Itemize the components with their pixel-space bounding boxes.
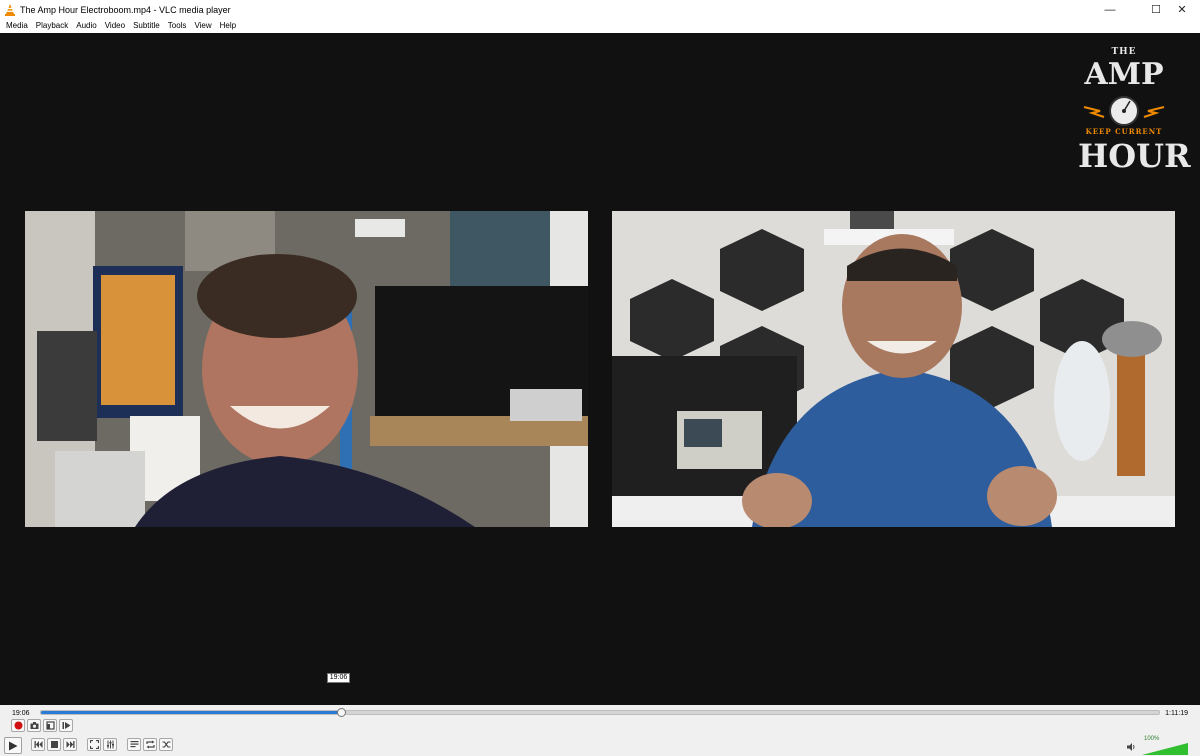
volume-control[interactable]: 100% xyxy=(1126,736,1190,755)
menu-video[interactable]: Video xyxy=(101,19,129,33)
frame-step-button[interactable] xyxy=(59,719,73,732)
window-title: The Amp Hour Electroboom.mp4 - VLC media… xyxy=(20,4,231,15)
play-button[interactable] xyxy=(4,737,22,754)
stop-button[interactable] xyxy=(47,738,61,751)
seek-progress xyxy=(41,711,341,714)
menu-subtitle[interactable]: Subtitle xyxy=(129,19,164,33)
title-bar[interactable]: The Amp Hour Electroboom.mp4 - VLC media… xyxy=(0,0,1200,19)
video-area[interactable]: THE AMP KEEP CURRENT HOUR xyxy=(0,33,1200,705)
playlist-button[interactable] xyxy=(127,738,141,751)
stop-icon xyxy=(50,741,58,748)
logo-tagline: KEEP CURRENT xyxy=(1085,127,1163,136)
vlc-window: The Amp Hour Electroboom.mp4 - VLC media… xyxy=(0,0,1200,756)
left-scene-image xyxy=(25,211,588,527)
logo-amp: AMP xyxy=(1084,57,1164,92)
logo-the: THE xyxy=(1111,47,1137,57)
next-icon xyxy=(66,741,74,748)
seek-time-tooltip: 19:06 xyxy=(327,673,350,683)
volume-percent: 100% xyxy=(1144,736,1160,742)
snapshot-icon xyxy=(30,722,38,729)
minimize-button[interactable]: — xyxy=(1092,0,1128,19)
seek-bar[interactable] xyxy=(40,708,1160,717)
left-video-panel xyxy=(25,211,588,527)
right-scene-image xyxy=(612,211,1175,527)
menu-tools[interactable]: Tools xyxy=(164,19,191,33)
play-icon xyxy=(9,741,18,750)
menu-view[interactable]: View xyxy=(190,19,215,33)
vlc-cone-icon xyxy=(5,3,15,16)
close-button[interactable]: ✕ xyxy=(1164,0,1200,19)
meter-gauge-icon xyxy=(1083,96,1165,126)
previous-icon xyxy=(34,741,42,748)
loop-button[interactable] xyxy=(143,738,157,751)
seek-handle[interactable] xyxy=(336,708,346,717)
right-video-panel xyxy=(612,211,1175,527)
snapshot-button[interactable] xyxy=(27,719,41,732)
amp-hour-logo: THE AMP KEEP CURRENT HOUR xyxy=(1078,45,1191,177)
fullscreen-icon xyxy=(89,740,99,749)
record-button[interactable] xyxy=(11,719,25,732)
control-bar: 19:06 1:11:19 100% xyxy=(0,705,1200,756)
menu-media[interactable]: Media xyxy=(2,19,32,33)
menu-playback[interactable]: Playback xyxy=(32,19,72,33)
speaker-icon[interactable] xyxy=(1126,742,1136,752)
fullscreen-button[interactable] xyxy=(87,738,101,751)
volume-slider[interactable] xyxy=(1142,743,1188,755)
loop-icon xyxy=(145,740,155,749)
logo-hour: HOUR xyxy=(1078,137,1191,175)
record-icon xyxy=(14,721,22,730)
total-time[interactable]: 1:11:19 xyxy=(1165,710,1188,717)
loop-ab-button[interactable] xyxy=(43,719,57,732)
previous-button[interactable] xyxy=(31,738,45,751)
menu-help[interactable]: Help xyxy=(216,19,240,33)
extended-settings-button[interactable] xyxy=(103,738,117,751)
next-button[interactable] xyxy=(63,738,77,751)
current-time[interactable]: 19:06 xyxy=(12,710,30,717)
frame-step-icon xyxy=(62,722,70,729)
menu-bar: Media Playback Audio Video Subtitle Tool… xyxy=(0,19,1200,33)
loop-ab-icon xyxy=(45,721,55,730)
shuffle-icon xyxy=(162,741,170,748)
playlist-icon xyxy=(130,741,138,748)
extended-settings-icon xyxy=(106,740,114,749)
menu-audio[interactable]: Audio xyxy=(72,19,100,33)
shuffle-button[interactable] xyxy=(159,738,173,751)
